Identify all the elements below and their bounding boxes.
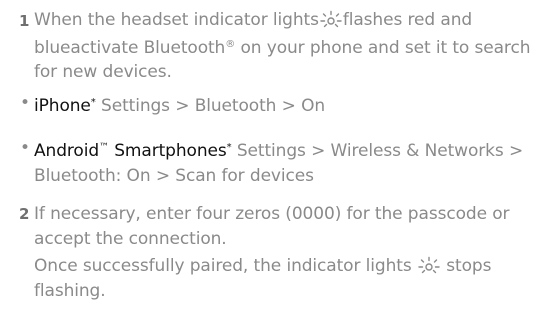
step-2-followup-a: Once successfully paired, the indicator … bbox=[34, 256, 412, 276]
step-number-2: 2 bbox=[19, 205, 30, 223]
brand-asterisk: * bbox=[90, 97, 96, 108]
step-1-text: When the headset indicator lights flashe… bbox=[34, 8, 539, 85]
bullet-marker: • bbox=[20, 138, 31, 158]
brand-asterisk: * bbox=[226, 142, 232, 153]
brand-android-suffix: Smartphones bbox=[108, 141, 227, 161]
brand-android: Android bbox=[34, 141, 100, 161]
registered-mark: ® bbox=[225, 38, 236, 50]
indicator-light-icon bbox=[418, 256, 440, 274]
indicator-light-icon bbox=[320, 10, 342, 28]
bullet-iphone-text: Settings > Bluetooth > On bbox=[101, 96, 326, 116]
bullet-android: Android™ Smartphones* Settings > Wireles… bbox=[34, 136, 539, 188]
step-2-followup: Once successfully paired, the indicator … bbox=[34, 254, 539, 303]
step-1-text-a: When the headset indicator lights bbox=[34, 10, 319, 30]
step-number-1: 1 bbox=[19, 12, 30, 30]
bullet-iphone: iPhone* Settings > Bluetooth > On bbox=[34, 91, 539, 119]
trademark-mark: ™ bbox=[99, 142, 109, 153]
instructions-page: 1 When the headset indicator lights flas… bbox=[0, 0, 542, 326]
step-2-text: If necessary, enter four zeros (0000) fo… bbox=[34, 204, 510, 249]
brand-iphone: iPhone bbox=[34, 96, 91, 116]
bullet-marker: • bbox=[20, 93, 31, 113]
